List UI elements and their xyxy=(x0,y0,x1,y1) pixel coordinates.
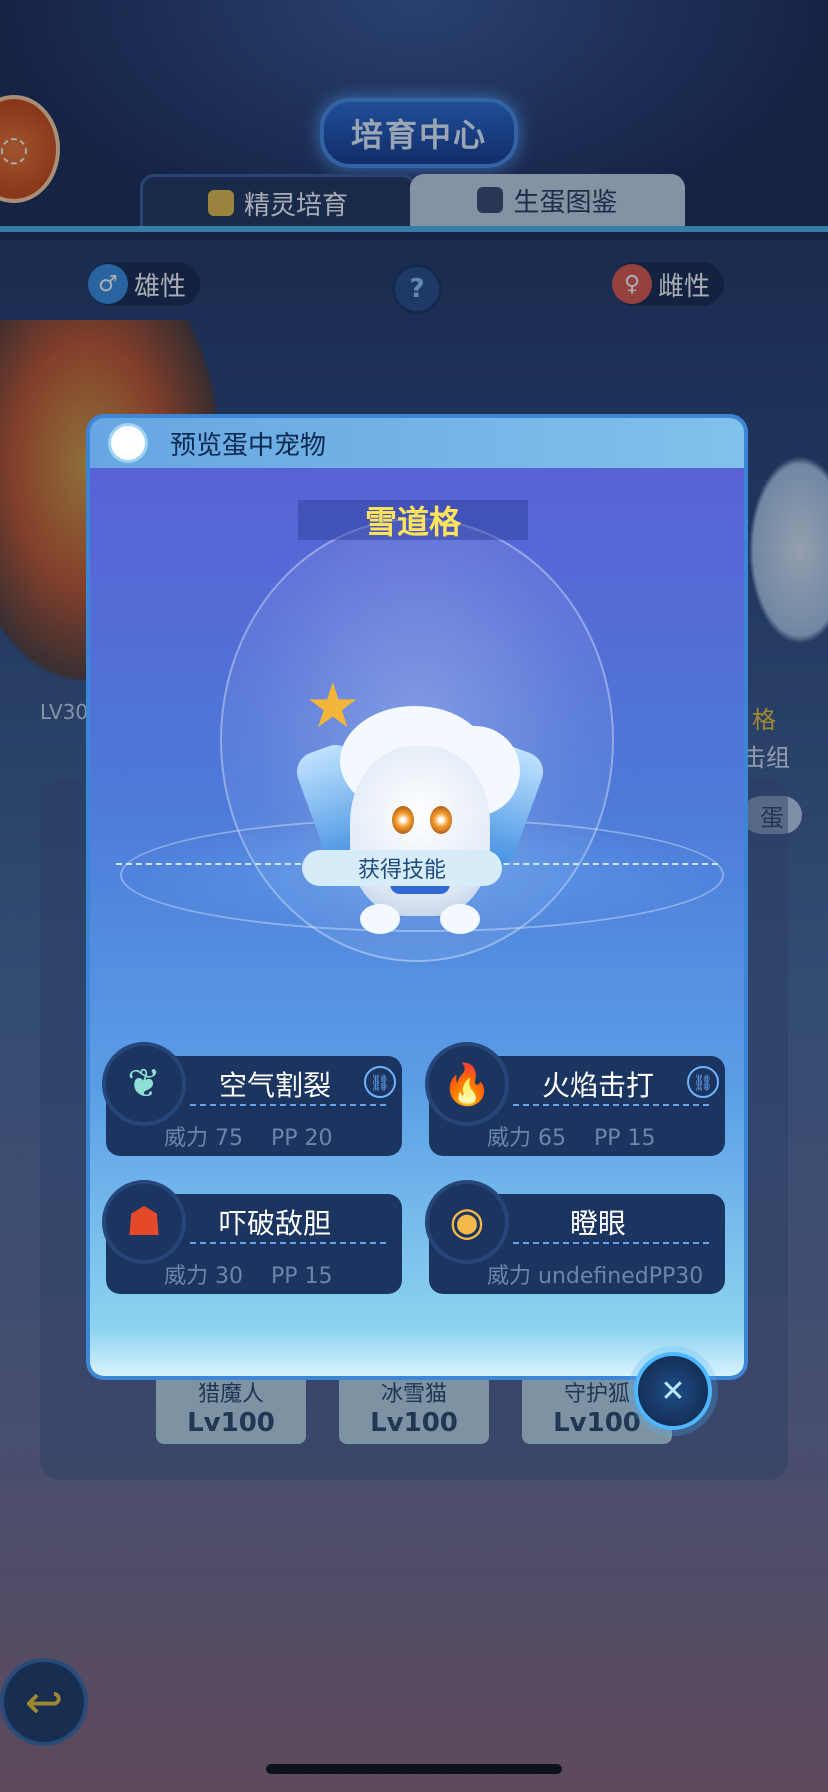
pet-name: 雪道格 xyxy=(298,500,528,541)
close-icon: ✕ xyxy=(660,1373,686,1409)
skill-card[interactable]: ☗ 吓破敌胆 威力 30 PP 15 xyxy=(102,1180,402,1294)
skills-header: 获得技能 xyxy=(302,850,502,886)
skill-stats: 威力 undefinedPP30 xyxy=(487,1264,704,1289)
skill-card[interactable]: ◉ 瞪眼 威力 undefinedPP30 xyxy=(425,1180,725,1294)
egg-swirl-icon xyxy=(108,423,148,463)
skill-name: 空气割裂 xyxy=(218,1069,331,1102)
skill-name: 火焰击打 xyxy=(541,1069,654,1102)
dialog-title: 预览蛋中宠物 xyxy=(170,430,327,461)
skill-name: 吓破敌胆 xyxy=(218,1207,331,1240)
skill-card[interactable]: 🔥 火焰击打 ⛓ 威力 65 PP 15 xyxy=(425,1042,725,1156)
skill-stats: 威力 75 PP 20 xyxy=(164,1126,333,1151)
skill-card[interactable]: ❦ 空气割裂 ⛓ 威力 75 PP 20 xyxy=(102,1042,402,1156)
egg-preview-dialog: 预览蛋中宠物 雪道格 ★ 获得技能 ❦ 空气割裂 ⛓ 威力 75 PP 20 🔥… xyxy=(90,418,744,1376)
dialog-header: 预览蛋中宠物 xyxy=(90,418,744,468)
eye-shield-icon: ◉ xyxy=(425,1180,509,1264)
star-ornament-icon: ★ xyxy=(305,669,361,742)
skill-name: 瞪眼 xyxy=(569,1207,626,1240)
flame-icon: 🔥 xyxy=(425,1042,509,1126)
skill-stats: 威力 65 PP 15 xyxy=(487,1126,656,1151)
link-icon[interactable]: ⛓ xyxy=(364,1066,396,1098)
skill-stats: 威力 30 PP 15 xyxy=(164,1264,333,1289)
wind-wing-icon: ❦ xyxy=(102,1042,186,1126)
pet-sprite: ★ xyxy=(280,675,550,946)
link-icon[interactable]: ⛓ xyxy=(687,1066,719,1098)
close-button[interactable]: ✕ xyxy=(634,1352,712,1430)
ghost-icon: ☗ xyxy=(102,1180,186,1264)
